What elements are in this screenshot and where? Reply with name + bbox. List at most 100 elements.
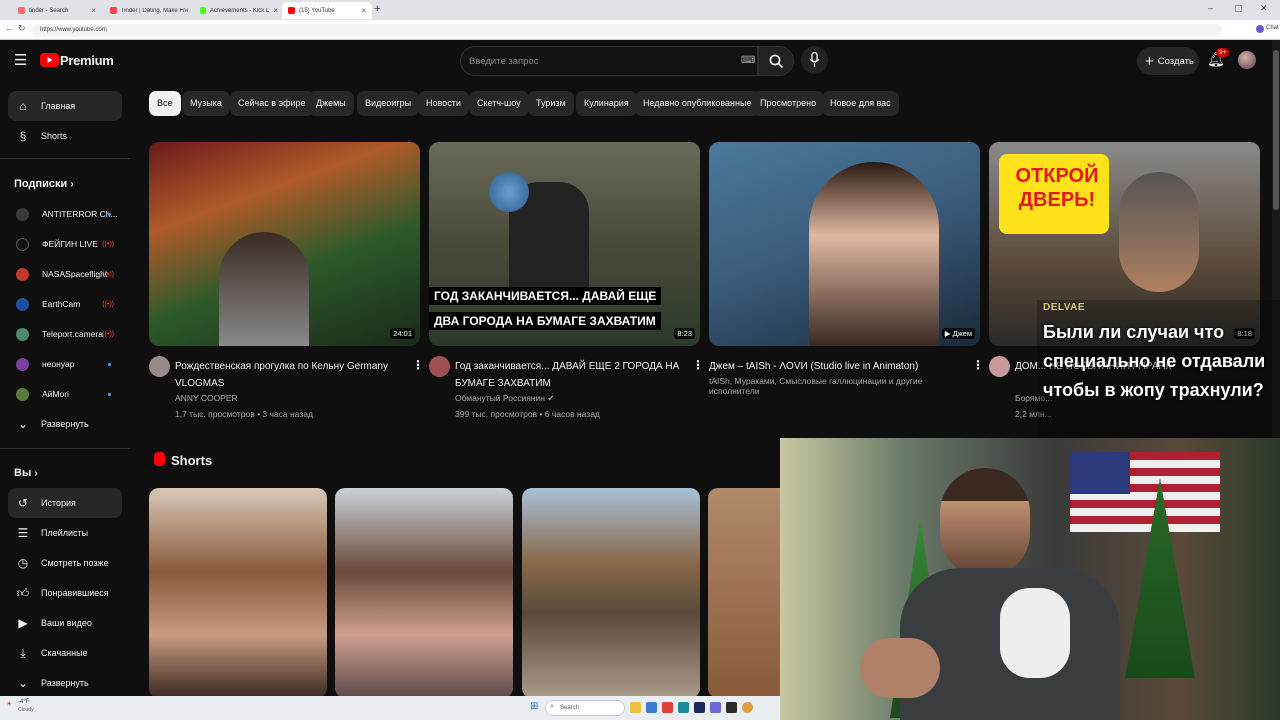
sidebar-sub-neonoir[interactable]: неонуар bbox=[8, 349, 122, 379]
streamer-hand bbox=[860, 638, 940, 698]
your-videos-icon: ▶ bbox=[18, 616, 28, 630]
video-thumbnail[interactable]: ▶ Джем bbox=[709, 142, 980, 346]
short-thumbnail[interactable] bbox=[149, 488, 327, 696]
youtube-logo-icon[interactable] bbox=[40, 53, 59, 67]
create-button[interactable]: + Создать bbox=[1137, 47, 1199, 75]
app-icon[interactable] bbox=[662, 702, 673, 713]
new-tab-button[interactable]: + bbox=[374, 3, 380, 15]
like-icon: 👍︎ bbox=[16, 585, 30, 600]
sidebar-item-home[interactable]: ⌂ Главная bbox=[8, 91, 122, 121]
short-thumbnail[interactable] bbox=[522, 488, 700, 696]
video-thumbnail[interactable]: ГОД ЗАКАНЧИВАЕТСЯ... ДАВАЙ ЕЩЕ ДВА ГОРОД… bbox=[429, 142, 700, 346]
minimize-icon[interactable]: – bbox=[1208, 3, 1213, 13]
chip-music[interactable]: Музыка bbox=[182, 91, 230, 116]
chip-jams[interactable]: Джемы bbox=[308, 91, 354, 116]
back-icon[interactable]: ← bbox=[5, 23, 14, 33]
close-tab-icon[interactable]: × bbox=[273, 6, 278, 15]
close-tab-icon[interactable]: × bbox=[361, 6, 366, 15]
tab-favicon-icon bbox=[200, 7, 206, 14]
you-header[interactable]: Вы › bbox=[14, 467, 38, 479]
us-flag-canton bbox=[1070, 452, 1130, 494]
store-icon[interactable] bbox=[646, 702, 657, 713]
url-field[interactable]: https://www.youtube.com bbox=[32, 24, 1222, 36]
channel-avatar bbox=[16, 207, 29, 221]
tab-tinder[interactable]: Tinder | Dating, Make Friends & Me... bbox=[104, 2, 194, 19]
chrome-icon[interactable] bbox=[742, 702, 753, 713]
sidebar-sub-antiterror[interactable]: ANTITERROR Ch... bbox=[8, 199, 122, 229]
sidebar-item-label: Главная bbox=[41, 101, 76, 111]
sidebar-item-history[interactable]: ↺ История bbox=[8, 488, 122, 518]
sidebar-item-expand[interactable]: ⌄ Развернуть bbox=[8, 668, 122, 696]
live-icon: ((•)) bbox=[102, 240, 114, 248]
video-channel[interactable]: Обманутый Россиянин ✔ bbox=[455, 393, 554, 404]
reload-icon[interactable]: ↻ bbox=[18, 23, 26, 34]
channel-name: неонуар bbox=[42, 359, 75, 369]
video-thumbnail[interactable]: 24:01 bbox=[149, 142, 420, 346]
menu-icon[interactable]: ☰ bbox=[14, 51, 27, 69]
chevron-right-icon: › bbox=[34, 468, 38, 479]
tab-tinder-search[interactable]: tinder - Search × bbox=[12, 2, 102, 19]
tab-youtube[interactable]: (15) YouTube × bbox=[282, 2, 372, 19]
close-tab-icon[interactable]: × bbox=[91, 6, 96, 15]
sidebar-sub-nasaspaceflight[interactable]: NASASpaceflight ((•)) bbox=[8, 259, 122, 289]
chip-cooking[interactable]: Кулинария bbox=[576, 91, 637, 116]
short-thumbnail[interactable] bbox=[708, 488, 780, 696]
start-icon[interactable]: ⊞ bbox=[530, 701, 538, 712]
edge-icon[interactable] bbox=[678, 702, 689, 713]
close-window-icon[interactable]: ✕ bbox=[1260, 3, 1268, 14]
playlists-icon: ☰ bbox=[17, 526, 29, 540]
sidebar-sub-teleport[interactable]: Teleport.camera ((•)) bbox=[8, 319, 122, 349]
sidebar-item-shorts[interactable]: § Shorts bbox=[8, 121, 122, 151]
sidebar-sub-feygin[interactable]: ФЕЙГИН LIVE ((•)) bbox=[8, 229, 122, 259]
file-explorer-icon[interactable] bbox=[630, 702, 641, 713]
chip-recent[interactable]: Недавно опубликованные bbox=[635, 91, 760, 116]
video-title[interactable]: Рождественская прогулка по Кельну German… bbox=[175, 358, 400, 392]
more-options-icon[interactable]: ⋮ bbox=[412, 358, 424, 372]
sidebar-expand-subscriptions[interactable]: ⌄ Развернуть bbox=[8, 409, 122, 439]
chip-sketch[interactable]: Скетч-шоу bbox=[469, 91, 529, 116]
sidebar-item-downloads[interactable]: ⤓ Скачанные bbox=[8, 638, 122, 668]
weather-icon[interactable]: ☀ bbox=[6, 700, 12, 708]
subscriptions-header[interactable]: Подписки › bbox=[14, 178, 74, 190]
plus-icon: + bbox=[1145, 52, 1154, 70]
more-options-icon[interactable]: ⋮ bbox=[692, 358, 704, 372]
sidebar-item-liked[interactable]: 👍︎ Понравившиеся bbox=[8, 578, 122, 608]
video-title[interactable]: Джем – tAISh - ΛOVИ (Studio live in Anim… bbox=[709, 358, 959, 375]
video-channel[interactable]: tAISh, Мураками, Смысловые галлюцинации … bbox=[709, 376, 969, 396]
chip-travel[interactable]: Туризм bbox=[528, 91, 574, 116]
taskbar-search[interactable]: ⌕ Search bbox=[545, 700, 625, 716]
sidebar-item-playlists[interactable]: ☰ Плейлисты bbox=[8, 518, 122, 548]
steam-icon[interactable] bbox=[694, 702, 705, 713]
chip-all[interactable]: Все bbox=[149, 91, 181, 116]
obs-icon[interactable] bbox=[726, 702, 737, 713]
more-options-icon[interactable]: ⋮ bbox=[972, 358, 984, 372]
channel-avatar[interactable] bbox=[429, 356, 450, 377]
chip-gaming[interactable]: Видеоигры bbox=[357, 91, 420, 116]
discord-icon[interactable] bbox=[710, 702, 721, 713]
sidebar-sub-aimori[interactable]: АйМori bbox=[8, 379, 122, 409]
maximize-icon[interactable]: ▢ bbox=[1234, 3, 1243, 14]
channel-avatar bbox=[16, 237, 29, 251]
channel-avatar[interactable] bbox=[149, 356, 170, 377]
weather-temp: -4°F bbox=[18, 699, 30, 705]
video-title[interactable]: Год заканчивается... ДАВАЙ ЕЩЕ 2 ГОРОДА … bbox=[455, 358, 680, 392]
sidebar-item-watch-later[interactable]: ◷ Смотреть позже bbox=[8, 548, 122, 578]
scrollbar-thumb[interactable] bbox=[1273, 50, 1279, 210]
search-input[interactable]: Введите запрос ⌨ bbox=[460, 46, 758, 76]
chip-live[interactable]: Сейчас в эфире bbox=[230, 91, 314, 116]
video-channel[interactable]: ANNY COOPER bbox=[175, 393, 238, 403]
sidebar-sub-earthcam[interactable]: EarthCam ((•)) bbox=[8, 289, 122, 319]
voice-search-button[interactable] bbox=[801, 46, 828, 74]
sidebar-item-your-videos[interactable]: ▶ Ваши видео bbox=[8, 608, 122, 638]
channel-avatar[interactable] bbox=[989, 356, 1010, 377]
chip-watched[interactable]: Просмотрено bbox=[752, 91, 825, 116]
user-avatar[interactable] bbox=[1238, 51, 1256, 69]
search-button[interactable] bbox=[758, 46, 794, 76]
profile-avatar[interactable] bbox=[1256, 25, 1264, 33]
keyboard-icon[interactable]: ⌨ bbox=[741, 55, 755, 66]
chip-news[interactable]: Новости bbox=[418, 91, 469, 116]
chip-new-for-you[interactable]: Новое для вас bbox=[822, 91, 899, 116]
tab-kick[interactable]: Achievements - Kick Dashboard × bbox=[194, 2, 284, 19]
shorts-header: Shorts bbox=[171, 453, 213, 468]
short-thumbnail[interactable] bbox=[335, 488, 513, 696]
